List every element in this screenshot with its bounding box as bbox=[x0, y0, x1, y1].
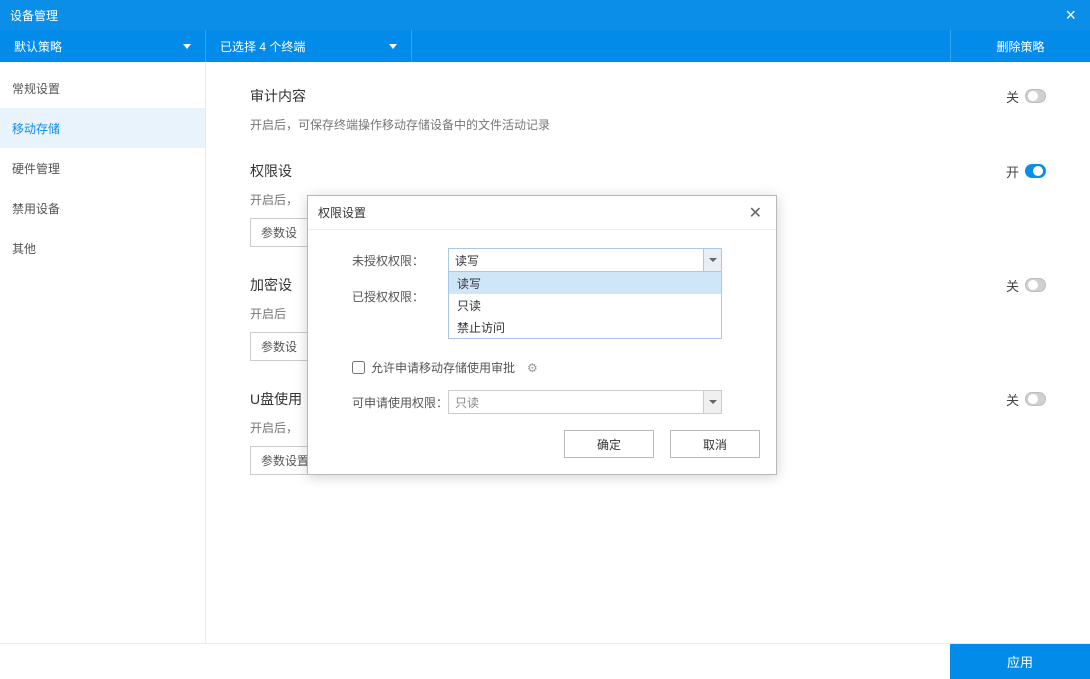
audit-toggle[interactable]: 关 bbox=[1006, 87, 1046, 106]
row-unauthorized: 未授权权限： 读写 读写 只读 禁止访问 bbox=[352, 248, 752, 272]
unauthorized-dropdown: 读写 只读 禁止访问 bbox=[448, 271, 722, 339]
sidebar-item-mobile-storage[interactable]: 移动存储 bbox=[0, 108, 205, 148]
allow-apply-checkbox[interactable] bbox=[352, 361, 365, 374]
policy-label: 默认策略 bbox=[14, 38, 62, 55]
select-value: 只读 bbox=[455, 394, 479, 411]
ok-label: 确定 bbox=[597, 436, 621, 453]
sidebar-item-other[interactable]: 其他 bbox=[0, 228, 205, 268]
section-title: U盘使用 bbox=[250, 389, 302, 409]
dropdown-option[interactable]: 只读 bbox=[449, 294, 721, 316]
sidebar-item-label: 硬件管理 bbox=[12, 160, 60, 177]
sidebar: 常规设置 移动存储 硬件管理 禁用设备 其他 bbox=[0, 62, 206, 643]
apply-label: 应用 bbox=[1007, 652, 1033, 671]
selection-dropdown[interactable]: 已选择 4 个终端 bbox=[206, 30, 412, 62]
window-title: 设备管理 bbox=[10, 7, 58, 24]
chevron-down-icon bbox=[703, 391, 721, 413]
apply-permission-select[interactable]: 只读 bbox=[448, 390, 722, 414]
selection-label: 已选择 4 个终端 bbox=[220, 38, 305, 55]
section-title: 加密设 bbox=[250, 275, 292, 295]
section-title: 权限设 bbox=[250, 161, 292, 181]
param-settings-button[interactable]: 参数设 bbox=[250, 332, 308, 361]
dialog-header: 权限设置 ✕ bbox=[308, 196, 776, 230]
chevron-down-icon bbox=[703, 249, 721, 271]
caret-down-icon bbox=[183, 44, 191, 49]
sidebar-item-label: 常规设置 bbox=[12, 80, 60, 97]
close-icon[interactable]: × bbox=[1061, 5, 1080, 26]
apply-permission-label: 可申请使用权限： bbox=[352, 394, 448, 411]
dialog-title: 权限设置 bbox=[318, 204, 366, 221]
section-title: 审计内容 bbox=[250, 86, 306, 106]
sidebar-item-disabled-devices[interactable]: 禁用设备 bbox=[0, 188, 205, 228]
section-audit: 审计内容 关 开启后，可保存终端操作移动存储设备中的文件活动记录 bbox=[250, 86, 1046, 133]
select-value: 读写 bbox=[455, 252, 479, 269]
gear-icon[interactable]: ⚙ bbox=[527, 361, 538, 375]
usb-toggle[interactable]: 关 bbox=[1006, 390, 1046, 409]
section-desc: 开启后，可保存终端操作移动存储设备中的文件活动记录 bbox=[250, 116, 1046, 133]
allow-apply-checkbox-row: 允许申请移动存储使用审批 ⚙ bbox=[352, 359, 752, 376]
unauthorized-label: 未授权权限： bbox=[352, 252, 448, 269]
sidebar-item-label: 其他 bbox=[12, 240, 36, 257]
permission-toggle[interactable]: 开 bbox=[1006, 162, 1046, 181]
toolbar-spacer bbox=[412, 30, 950, 62]
authorized-label: 已授权权限： bbox=[352, 288, 448, 305]
dropdown-option[interactable]: 读写 bbox=[449, 272, 721, 294]
toggle-state: 关 bbox=[1006, 87, 1019, 106]
sidebar-item-label: 移动存储 bbox=[12, 120, 60, 137]
toggle-state: 开 bbox=[1006, 162, 1019, 181]
sidebar-item-label: 禁用设备 bbox=[12, 200, 60, 217]
param-settings-button[interactable]: 参数设 bbox=[250, 218, 308, 247]
ok-button[interactable]: 确定 bbox=[564, 430, 654, 458]
row-apply-permission: 可申请使用权限： 只读 bbox=[352, 390, 752, 414]
apply-button[interactable]: 应用 bbox=[950, 644, 1090, 679]
cancel-button[interactable]: 取消 bbox=[670, 430, 760, 458]
policy-dropdown[interactable]: 默认策略 bbox=[0, 30, 206, 62]
delete-policy-button[interactable]: 删除策略 bbox=[950, 30, 1090, 62]
cancel-label: 取消 bbox=[703, 436, 727, 453]
toggle-state: 关 bbox=[1006, 276, 1019, 295]
dropdown-option[interactable]: 禁止访问 bbox=[449, 316, 721, 338]
sidebar-item-general[interactable]: 常规设置 bbox=[0, 68, 205, 108]
caret-down-icon bbox=[389, 44, 397, 49]
toggle-state: 关 bbox=[1006, 390, 1019, 409]
footer: 应用 bbox=[0, 643, 1090, 679]
title-bar: 设备管理 × bbox=[0, 0, 1090, 30]
delete-policy-label: 删除策略 bbox=[996, 38, 1044, 55]
unauthorized-select[interactable]: 读写 bbox=[448, 248, 722, 272]
allow-apply-label: 允许申请移动存储使用审批 bbox=[371, 359, 515, 376]
close-icon[interactable]: ✕ bbox=[745, 201, 766, 225]
toolbar: 默认策略 已选择 4 个终端 删除策略 bbox=[0, 30, 1090, 62]
encrypt-toggle[interactable]: 关 bbox=[1006, 276, 1046, 295]
sidebar-item-hardware[interactable]: 硬件管理 bbox=[0, 148, 205, 188]
permission-settings-dialog: 权限设置 ✕ 未授权权限： 读写 读写 只读 禁止访问 已授权权限： bbox=[307, 195, 777, 475]
